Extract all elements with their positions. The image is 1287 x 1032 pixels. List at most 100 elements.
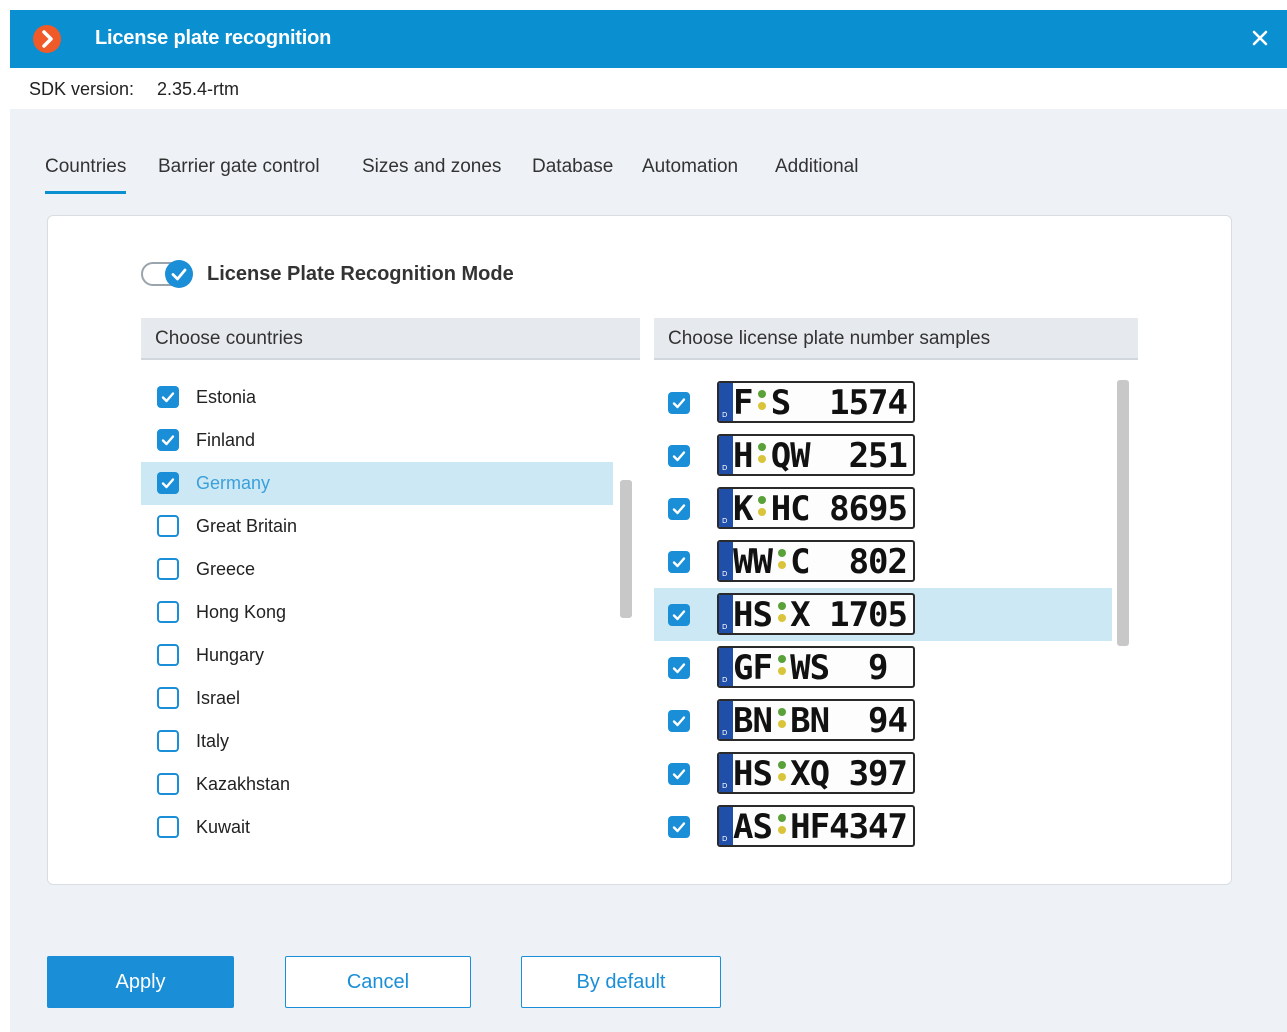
country-checkbox[interactable] [157,558,179,580]
plate-sample-checkbox[interactable] [668,604,690,626]
tab-automation[interactable]: Automation [642,156,738,178]
plate-sample-row[interactable]: GF WS 9 [654,641,1112,694]
country-checkbox[interactable] [157,687,179,709]
country-checkbox[interactable] [157,386,179,408]
country-checkbox[interactable] [157,515,179,537]
plate-sample-row[interactable]: F S 1574 [654,376,1112,429]
close-button[interactable] [1245,23,1275,53]
plate-sample-checkbox[interactable] [668,816,690,838]
country-row[interactable]: Finland [141,419,601,462]
country-checkbox[interactable] [157,601,179,623]
dialog-window: License plate recognition SDK version: 2… [10,10,1287,1032]
tab-additional[interactable]: Additional [775,156,858,178]
plate-sample-checkbox[interactable] [668,551,690,573]
countries-scrollbar[interactable] [620,480,632,618]
country-row[interactable]: Kazakhstan [141,763,601,806]
recognition-mode-toggle[interactable] [141,260,193,288]
toggle-knob [165,260,193,288]
samples-header: Choose license plate number samples [654,318,1138,360]
country-row[interactable]: Estonia [141,376,601,419]
plate-seal-icon [777,547,787,577]
eu-band-icon [719,383,733,421]
eu-band-icon [719,701,733,739]
plate-sample-row[interactable]: HS XQ 397 [654,747,1112,800]
eu-band-icon [719,489,733,527]
plate-seal-icon [757,388,767,418]
country-row[interactable]: Hungary [141,634,601,677]
country-row[interactable]: Hong Kong [141,591,601,634]
country-checkbox[interactable] [157,816,179,838]
checkmark-icon [672,504,686,515]
eu-band-icon [719,436,733,474]
samples-scrollbar[interactable] [1117,380,1129,646]
checkmark-icon [672,610,686,621]
checkmark-icon [672,557,686,568]
license-plate-image: BN BN 94 [717,699,915,741]
plate-number: HF4347 [790,807,908,847]
country-label: Finland [196,430,256,450]
tab-sizes-and-zones[interactable]: Sizes and zones [362,156,501,178]
country-checkbox[interactable] [157,644,179,666]
plate-region-code: AS [733,807,773,847]
tab-countries[interactable]: Countries [45,156,127,194]
plate-region-code: HS [733,595,773,635]
plate-sample-checkbox[interactable] [668,392,690,414]
country-row[interactable]: Greece [141,548,601,591]
plate-seal-icon [757,494,767,524]
plate-sample-checkbox[interactable] [668,498,690,520]
cancel-button[interactable]: Cancel [285,956,471,1008]
country-label: Hungary [196,645,265,665]
plate-sample-checkbox[interactable] [668,710,690,732]
plate-number: XQ 397 [790,754,908,794]
plate-region-code: K [733,489,754,529]
country-checkbox[interactable] [157,472,179,494]
plate-sample-row[interactable]: HS X 1705 [654,588,1112,641]
license-plate-image: HS X 1705 [717,593,915,635]
license-plate-image: AS HF4347 [717,805,915,847]
checkmark-icon [672,398,686,409]
countries-list: Estonia Finland Germany Great Britain Greece… [141,376,626,856]
checkmark-icon [672,663,686,674]
title-bar: License plate recognition [10,10,1287,68]
country-label: Kazakhstan [196,774,291,794]
plate-seal-icon [777,759,787,789]
plate-region-code: F [733,383,754,423]
eu-band-icon [719,595,733,633]
country-label: Greece [196,559,256,579]
license-plate-image: H QW 251 [717,434,915,476]
license-plate-image: HS XQ 397 [717,752,915,794]
plate-number: HC 8695 [770,489,908,529]
plate-sample-checkbox[interactable] [668,657,690,679]
countries-header: Choose countries [141,318,640,360]
plate-sample-row[interactable]: H QW 251 [654,429,1112,482]
country-row[interactable]: Italy [141,720,601,763]
country-row[interactable]: Germany [141,462,613,505]
checkmark-icon [161,478,175,489]
country-row[interactable]: Great Britain [141,505,601,548]
plate-region-code: WW [733,542,773,582]
plate-sample-row[interactable]: WW C 802 [654,535,1112,588]
plate-number: BN 94 [790,701,908,741]
plate-sample-checkbox[interactable] [668,763,690,785]
country-checkbox[interactable] [157,730,179,752]
country-label: Great Britain [196,516,298,536]
plate-seal-icon [777,653,787,683]
plate-sample-row[interactable]: BN BN 94 [654,694,1112,747]
plate-sample-row[interactable]: K HC 8695 [654,482,1112,535]
tab-database[interactable]: Database [532,156,613,178]
plate-sample-row[interactable]: AS HF4347 [654,800,1112,848]
tab-barrier-gate-control[interactable]: Barrier gate control [158,156,320,178]
close-icon [1252,30,1268,46]
countries-panel: License Plate Recognition Mode Choose co… [47,215,1232,885]
country-row[interactable]: Israel [141,677,601,720]
country-checkbox[interactable] [157,773,179,795]
license-plate-image: F S 1574 [717,381,915,423]
country-row[interactable]: Kuwait [141,806,601,849]
country-checkbox[interactable] [157,429,179,451]
apply-button[interactable]: Apply [47,956,234,1008]
checkmark-icon [161,392,175,403]
by-default-button[interactable]: By default [521,956,721,1008]
plate-sample-checkbox[interactable] [668,445,690,467]
license-plate-image: WW C 802 [717,540,915,582]
samples-list: F S 1574 H QW 251 K HC 8695 WW C 802 HS X 1705 GF W… [654,376,1112,848]
